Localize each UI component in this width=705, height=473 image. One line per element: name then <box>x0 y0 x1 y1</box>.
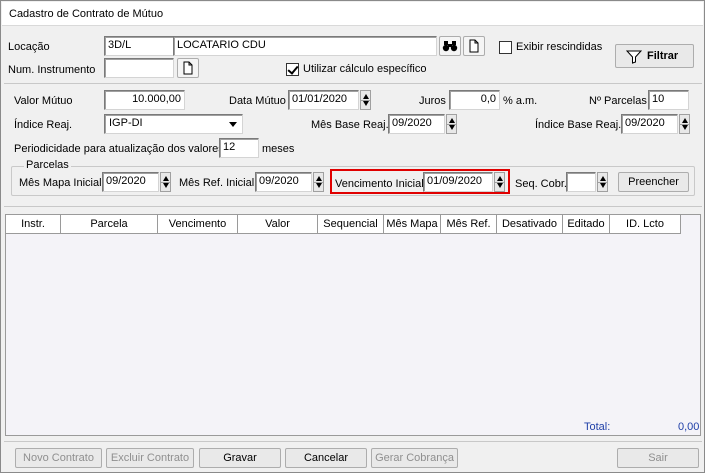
locacao-name-input[interactable]: LOCATARIO CDU <box>173 36 437 56</box>
num-instrumento-label: Num. Instrumento <box>8 64 96 76</box>
vencimento-inicial-spinner[interactable] <box>494 172 505 192</box>
mes-mapa-inicial-input[interactable]: 09/2020 <box>102 172 159 192</box>
valor-mutuo-input[interactable]: 10.000,00 <box>104 90 185 110</box>
n-parcelas-input[interactable]: 10 <box>648 90 689 110</box>
indice-reaj-label: Índice Reaj. <box>14 119 73 131</box>
n-parcelas-label: Nº Parcelas <box>589 95 647 107</box>
periodicidade-unit: meses <box>262 143 295 155</box>
preencher-button[interactable]: Preencher <box>618 172 689 192</box>
mes-ref-inicial-label: Mês Ref. Inicial <box>179 177 255 189</box>
indice-reaj-value: IGP-DI <box>109 117 143 129</box>
col-valor[interactable]: Valor <box>238 215 318 234</box>
search-locacao-button[interactable] <box>439 36 461 56</box>
col-mes-mapa[interactable]: Mês Mapa <box>384 215 441 234</box>
mes-ref-inicial-spinner[interactable] <box>313 172 324 192</box>
funnel-icon <box>626 50 642 64</box>
seq-cobr-input[interactable] <box>566 172 596 192</box>
novo-contrato-button[interactable]: Novo Contrato <box>15 448 102 468</box>
indice-base-reaj-spinner[interactable] <box>679 114 690 134</box>
mes-mapa-inicial-spinner[interactable] <box>160 172 171 192</box>
gerar-cobranca-button[interactable]: Gerar Cobrança <box>371 448 458 468</box>
seq-cobr-spinner[interactable] <box>597 172 608 192</box>
gravar-button[interactable]: Gravar <box>199 448 281 468</box>
cancelar-button[interactable]: Cancelar <box>285 448 367 468</box>
vencimento-inicial-label: Vencimento Inicial <box>335 178 424 190</box>
grid-header: Instr. Parcela Vencimento Valor Sequenci… <box>6 215 681 234</box>
mes-mapa-inicial-label: Mês Mapa Inicial <box>19 177 102 189</box>
separator <box>4 83 702 84</box>
data-mutuo-input[interactable]: 01/01/2020 <box>288 90 359 110</box>
mes-ref-inicial-input[interactable]: 09/2020 <box>255 172 312 192</box>
mes-base-reaj-input[interactable]: 09/2020 <box>388 114 445 134</box>
indice-base-reaj-input[interactable]: 09/2020 <box>621 114 678 134</box>
col-id-lcto[interactable]: ID. Lcto <box>610 215 681 234</box>
juros-input[interactable]: 0,0 <box>449 90 500 110</box>
document-icon <box>183 61 193 75</box>
seq-cobr-label: Seq. Cobr. <box>515 178 567 190</box>
parcelas-grid[interactable]: Instr. Parcela Vencimento Valor Sequenci… <box>5 214 701 436</box>
col-mes-ref[interactable]: Mês Ref. <box>441 215 497 234</box>
window-title: Cadastro de Contrato de Mútuo <box>9 8 164 20</box>
valor-mutuo-label: Valor Mútuo <box>14 95 73 107</box>
col-editado[interactable]: Editado <box>563 215 610 234</box>
filtrar-label: Filtrar <box>647 50 679 62</box>
vencimento-inicial-input[interactable]: 01/09/2020 <box>423 172 493 192</box>
periodicidade-label: Periodicidade para atualização dos valor… <box>14 143 224 155</box>
exibir-rescindidas-label: Exibir rescindidas <box>516 41 603 53</box>
data-mutuo-label: Data Mútuo <box>229 95 286 107</box>
mes-base-reaj-label: Mês Base Reaj. <box>311 119 389 131</box>
indice-base-reaj-label: Índice Base Reaj. <box>535 119 622 131</box>
num-instrumento-input[interactable] <box>104 58 174 78</box>
col-sequencial[interactable]: Sequencial <box>318 215 384 234</box>
mes-base-reaj-spinner[interactable] <box>446 114 457 134</box>
col-desativado[interactable]: Desativado <box>497 215 563 234</box>
utilizar-calculo-checkbox[interactable] <box>286 63 299 76</box>
sair-button[interactable]: Sair <box>617 448 699 468</box>
juros-label: Juros <box>419 95 446 107</box>
new-locacao-button[interactable] <box>463 36 485 56</box>
binoculars-icon <box>442 41 458 52</box>
total-label: Total: <box>584 421 611 433</box>
locacao-code-input[interactable]: 3D/L <box>104 36 174 56</box>
utilizar-calculo-label: Utilizar cálculo específico <box>303 63 427 75</box>
exibir-rescindidas-checkbox[interactable] <box>499 41 512 54</box>
parcelas-group-title: Parcelas <box>24 159 71 171</box>
filtrar-button[interactable]: Filtrar <box>615 44 694 68</box>
total-value: 0,00 <box>678 421 700 433</box>
col-vencimento[interactable]: Vencimento <box>158 215 238 234</box>
separator <box>4 206 702 207</box>
new-instrumento-button[interactable] <box>177 58 199 78</box>
document-icon <box>469 39 479 53</box>
data-mutuo-spinner[interactable] <box>360 90 371 110</box>
periodicidade-input[interactable]: 12 <box>219 138 259 158</box>
col-instr[interactable]: Instr. <box>6 215 61 234</box>
main-window: Cadastro de Contrato de Mútuo Locação 3D… <box>0 0 705 473</box>
locacao-label: Locação <box>8 41 50 53</box>
title-bar: Cadastro de Contrato de Mútuo <box>2 2 703 26</box>
juros-unit: % a.m. <box>503 95 538 107</box>
excluir-contrato-button[interactable]: Excluir Contrato <box>106 448 194 468</box>
separator <box>4 441 702 442</box>
indice-reaj-select[interactable]: IGP-DI <box>104 114 243 134</box>
chevron-down-icon[interactable] <box>225 116 241 132</box>
col-parcela[interactable]: Parcela <box>61 215 158 234</box>
